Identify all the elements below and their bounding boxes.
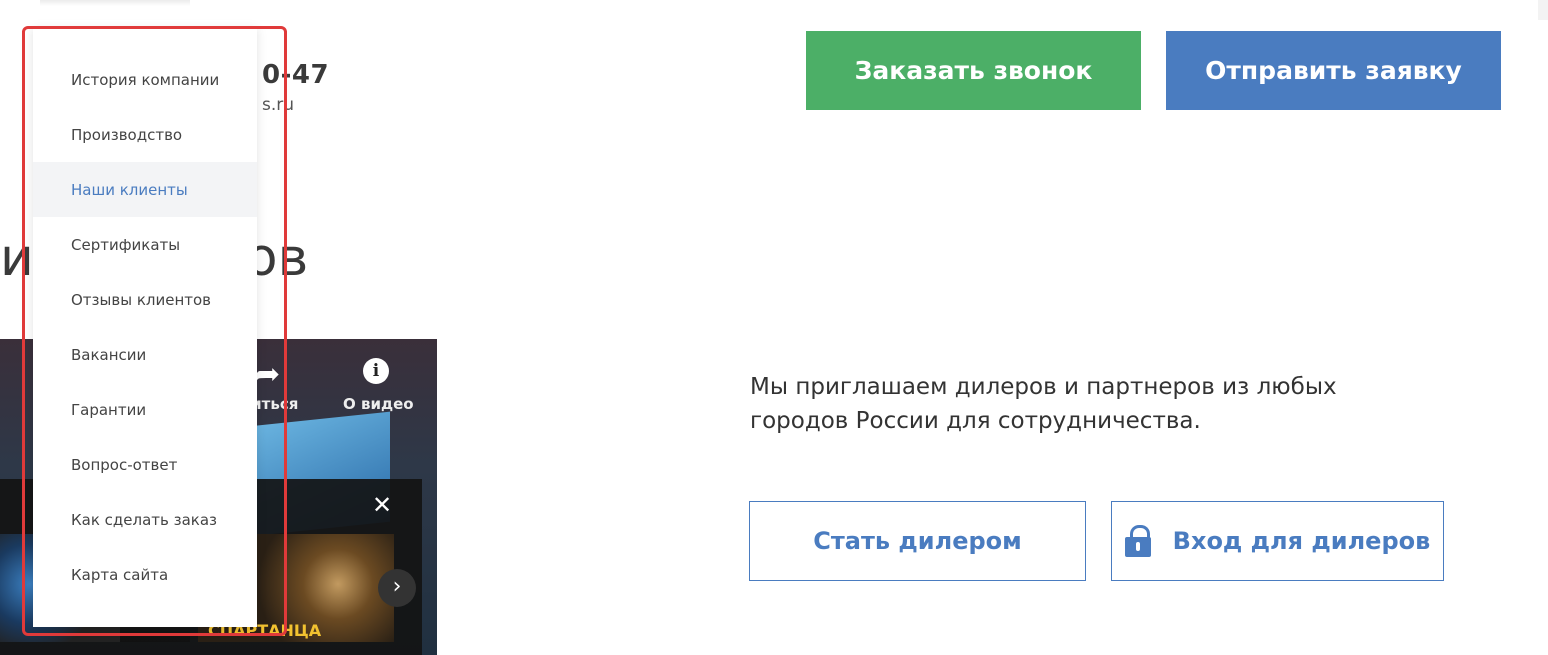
become-dealer-label: Стать дилером [813,527,1022,555]
info-icon[interactable]: i [363,358,389,384]
scrollbar[interactable] [1538,0,1548,20]
next-arrow-icon[interactable]: › [378,569,416,607]
about-video-label[interactable]: О видео [343,395,414,413]
dealer-login-label: Вход для дилеров [1172,527,1431,555]
dealer-intro-text: Мы приглашаем дилеров и партнеров из люб… [750,374,1337,434]
top-shadow [40,0,190,6]
lock-icon [1124,525,1151,557]
close-icon[interactable]: ✕ [372,491,392,519]
send-request-button[interactable]: Отправить заявку [1166,31,1501,110]
order-call-button[interactable]: Заказать звонок [806,31,1141,110]
become-dealer-button[interactable]: Стать дилером [749,501,1086,581]
highlight-frame [22,26,287,636]
dealer-login-button[interactable]: Вход для дилеров [1111,501,1444,581]
